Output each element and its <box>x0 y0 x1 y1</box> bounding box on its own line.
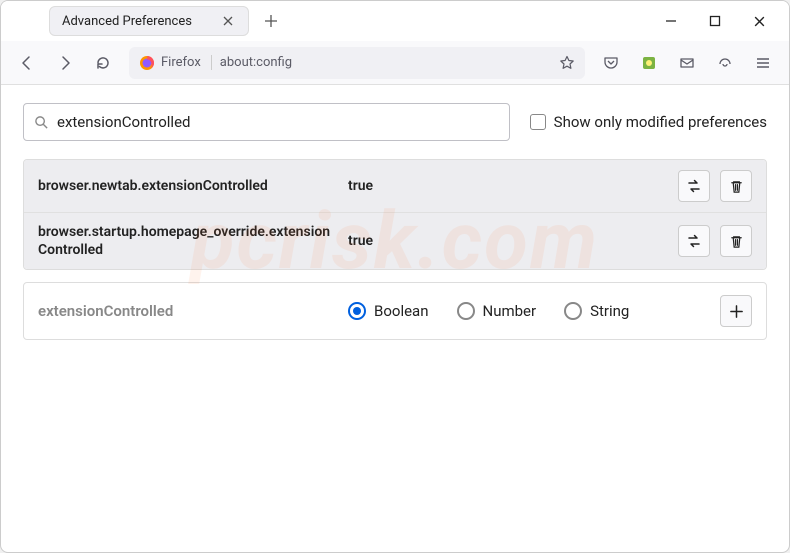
close-window-button[interactable] <box>749 11 769 31</box>
type-radio-group: Boolean Number String <box>348 302 710 320</box>
reload-button[interactable] <box>87 47 119 79</box>
url-text: about:config <box>220 55 551 70</box>
radio-label: Number <box>483 302 537 320</box>
radio-icon <box>457 302 475 320</box>
titlebar: Advanced Preferences <box>1 1 789 41</box>
search-row: Show only modified preferences <box>23 103 767 141</box>
pocket-button[interactable] <box>595 47 627 79</box>
show-modified-checkbox[interactable]: Show only modified preferences <box>530 113 767 131</box>
pref-row[interactable]: browser.newtab.extensionControlled true <box>24 160 766 212</box>
radio-icon <box>564 302 582 320</box>
bookmark-star-icon[interactable] <box>559 55 575 71</box>
minimize-button[interactable] <box>661 11 681 31</box>
maximize-button[interactable] <box>705 11 725 31</box>
window-frame: Advanced Preferences <box>0 0 790 553</box>
pref-name: browser.startup.homepage_override.extens… <box>38 223 338 259</box>
identity-box[interactable]: Firefox <box>139 55 212 71</box>
forward-button[interactable] <box>49 47 81 79</box>
app-menu-button[interactable] <box>747 47 779 79</box>
pref-value: true <box>348 178 668 194</box>
add-button[interactable] <box>720 295 752 327</box>
radio-icon <box>348 302 366 320</box>
account-button[interactable] <box>709 47 741 79</box>
pref-row[interactable]: browser.startup.homepage_override.extens… <box>24 212 766 269</box>
delete-button[interactable] <box>720 170 752 202</box>
checkbox-label-text: Show only modified preferences <box>554 113 767 131</box>
radio-label: String <box>590 302 629 320</box>
identity-label: Firefox <box>161 55 212 70</box>
back-button[interactable] <box>11 47 43 79</box>
toggle-button[interactable] <box>678 225 710 257</box>
navigation-toolbar: Firefox about:config <box>1 41 789 85</box>
window-controls <box>661 11 781 31</box>
pref-name: browser.newtab.extensionControlled <box>38 177 338 195</box>
mail-button[interactable] <box>671 47 703 79</box>
toggle-button[interactable] <box>678 170 710 202</box>
search-box[interactable] <box>23 103 510 141</box>
tab-title: Advanced Preferences <box>62 14 210 29</box>
search-icon <box>34 115 49 130</box>
new-tab-button[interactable] <box>257 7 285 35</box>
content-area: Show only modified preferences browser.n… <box>1 85 789 358</box>
url-bar[interactable]: Firefox about:config <box>129 47 585 79</box>
radio-label: Boolean <box>374 302 429 320</box>
close-tab-icon[interactable] <box>220 13 236 29</box>
delete-button[interactable] <box>720 225 752 257</box>
checkbox-icon <box>530 114 546 130</box>
prefs-table: browser.newtab.extensionControlled true … <box>23 159 767 270</box>
pref-value: true <box>348 233 668 249</box>
firefox-logo-icon <box>139 55 155 71</box>
new-pref-row: extensionControlled Boolean Number Strin… <box>23 282 767 340</box>
browser-tab[interactable]: Advanced Preferences <box>49 6 249 36</box>
radio-string[interactable]: String <box>564 302 629 320</box>
search-input[interactable] <box>57 113 499 131</box>
radio-number[interactable]: Number <box>457 302 537 320</box>
radio-boolean[interactable]: Boolean <box>348 302 429 320</box>
new-pref-name: extensionControlled <box>38 302 338 320</box>
extension-button[interactable] <box>633 47 665 79</box>
